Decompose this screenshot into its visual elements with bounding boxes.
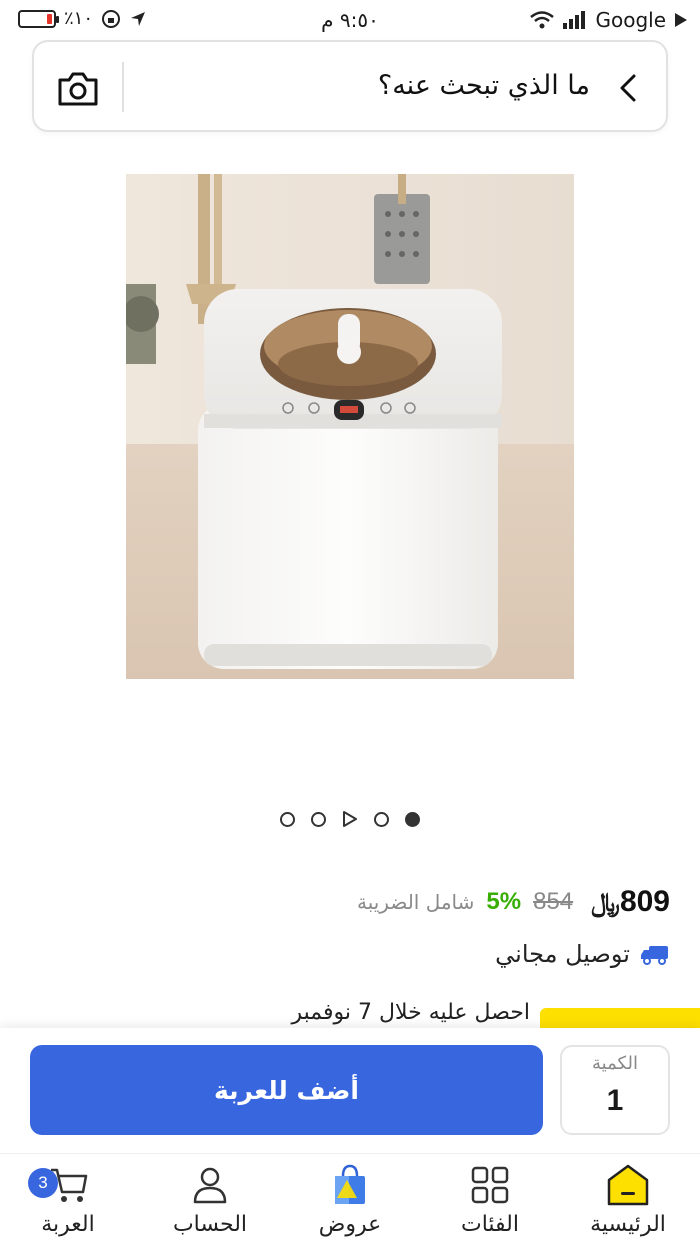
home-icon <box>607 1164 649 1206</box>
nav-label-home: الرئيسية <box>590 1212 666 1237</box>
carousel-indicators[interactable] <box>0 810 700 828</box>
nav-account[interactable]: الحساب <box>150 1162 270 1237</box>
search-bar[interactable]: ما الذي تبحث عنه؟ <box>32 40 668 132</box>
quantity-selector[interactable]: الكمية 1 <box>560 1045 670 1135</box>
nav-label-categories: الفئات <box>461 1212 519 1237</box>
carrier-name: Google <box>595 8 666 32</box>
search-divider <box>122 62 124 112</box>
action-panel: أضف للعربة الكمية 1 <box>0 1028 700 1158</box>
quantity-label: الكمية <box>592 1053 638 1074</box>
discount-percent: 5% <box>486 888 522 915</box>
express-badge <box>540 1008 700 1030</box>
nav-label-cart: العربة <box>41 1212 95 1237</box>
play-icon <box>675 13 687 27</box>
truck-icon <box>641 946 668 965</box>
carousel-dot[interactable] <box>374 811 389 827</box>
free-delivery-label: توصيل مجاني <box>495 940 630 968</box>
express-delivery-text: احصل عليه خلال 7 نوفمبر <box>291 1000 531 1025</box>
search-input[interactable]: ما الذي تبحث عنه؟ <box>378 70 590 101</box>
carousel-dot[interactable] <box>311 811 326 827</box>
signal-icon <box>563 11 586 29</box>
add-to-cart-button[interactable]: أضف للعربة <box>30 1045 543 1135</box>
current-price-group: 809﷼ <box>585 885 670 919</box>
video-play-icon[interactable] <box>342 810 358 828</box>
status-right: Google <box>529 8 688 32</box>
product-image[interactable] <box>126 174 574 679</box>
nav-categories[interactable]: الفئات <box>430 1162 550 1237</box>
nav-cart[interactable]: 3 العربة <box>8 1162 128 1237</box>
delivery-row: توصيل مجاني <box>495 940 670 968</box>
express-row: احصل عليه خلال 7 نوفمبر <box>0 1000 700 1030</box>
carousel-dot[interactable] <box>280 811 295 827</box>
old-price: 854 <box>533 888 574 915</box>
wifi-icon <box>530 11 555 29</box>
nav-offers[interactable]: عروض <box>290 1162 410 1237</box>
nav-label-account: الحساب <box>172 1212 248 1237</box>
nav-label-offers: عروض <box>318 1212 382 1237</box>
cart-count-badge: 3 <box>28 1168 58 1198</box>
user-icon <box>193 1167 227 1204</box>
carousel-dot-active[interactable] <box>405 811 420 827</box>
price-row: 809﷼ 854 5% شامل الضريبة <box>357 882 670 922</box>
riyal-icon: ﷼ <box>591 888 620 918</box>
quantity-value: 1 <box>606 1084 624 1117</box>
current-price: 809 <box>619 885 670 918</box>
nav-home[interactable]: الرئيسية <box>568 1162 688 1237</box>
shopping-bag-icon <box>335 1164 365 1204</box>
status-bar: ٪١٠ ٩:٥٠ م Google <box>0 0 700 40</box>
chevron-left-icon[interactable] <box>616 72 640 104</box>
tax-note: شامل الضريبة <box>356 890 475 914</box>
camera-icon[interactable] <box>56 68 100 108</box>
grid-icon <box>471 1166 509 1204</box>
bottom-nav: 3 العربة الحساب عروض الفئات الرئيسية <box>0 1153 700 1245</box>
